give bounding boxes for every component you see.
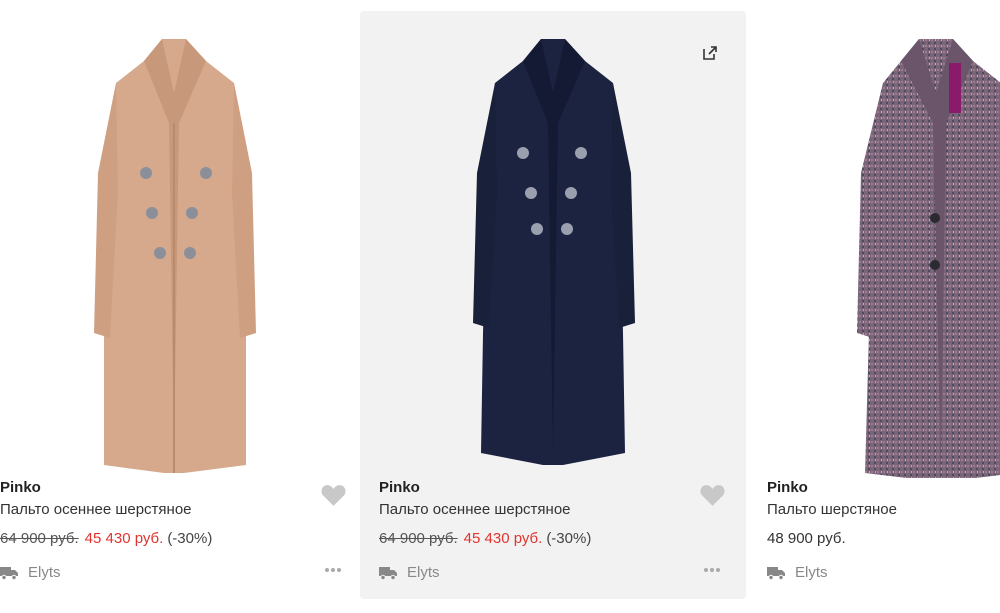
old-price: 64 900 руб.	[379, 530, 458, 547]
more-icon[interactable]	[703, 567, 721, 573]
discount-badge: (-30%)	[167, 530, 213, 547]
seller-info[interactable]: Elyts	[767, 564, 828, 581]
product-price: 48 900 руб.	[767, 530, 846, 547]
product-brand[interactable]: Pinko	[379, 479, 420, 496]
product-brand[interactable]: Pinko	[767, 479, 808, 496]
heart-icon[interactable]	[320, 483, 347, 507]
sale-price: 45 430 руб.	[84, 530, 164, 547]
price-block: 64 900 руб. 45 430 руб. (-30%)	[0, 530, 212, 547]
seller-info[interactable]: Elyts	[379, 564, 440, 581]
external-link-icon[interactable]	[702, 45, 718, 61]
product-brand[interactable]: Pinko	[0, 479, 41, 496]
coat-image	[94, 39, 256, 473]
discount-badge: (-30%)	[546, 530, 592, 547]
more-icon[interactable]	[324, 567, 342, 573]
product-title[interactable]: Пальто осеннее шерстяное	[0, 501, 192, 518]
seller-name: Elyts	[407, 564, 440, 581]
product-image[interactable]	[360, 33, 746, 478]
coat-image	[473, 39, 635, 465]
truck-icon	[379, 566, 397, 580]
product-card-1[interactable]: Pinko Пальто осеннее шерстяное 64 900 ру…	[0, 11, 367, 599]
price-block: 48 900 руб.	[767, 530, 846, 547]
product-image[interactable]	[748, 33, 1000, 478]
truck-icon	[0, 566, 18, 580]
product-title[interactable]: Пальто шерстяное	[767, 501, 897, 518]
seller-info[interactable]: Elyts	[0, 564, 61, 581]
product-title[interactable]: Пальто осеннее шерстяное	[379, 501, 571, 518]
price-block: 64 900 руб. 45 430 руб. (-30%)	[379, 530, 591, 547]
product-image[interactable]	[0, 33, 367, 478]
seller-name: Elyts	[28, 564, 61, 581]
old-price: 64 900 руб.	[0, 530, 79, 547]
product-card-2[interactable]: Pinko Пальто осеннее шерстяное 64 900 ру…	[360, 11, 746, 599]
product-card-3[interactable]: Pinko Пальто шерстяное 48 900 руб. Elyts	[748, 11, 1000, 599]
sale-price: 45 430 руб.	[463, 530, 543, 547]
seller-name: Elyts	[795, 564, 828, 581]
truck-icon	[767, 566, 785, 580]
heart-icon[interactable]	[699, 483, 726, 507]
coat-image	[857, 39, 1000, 478]
